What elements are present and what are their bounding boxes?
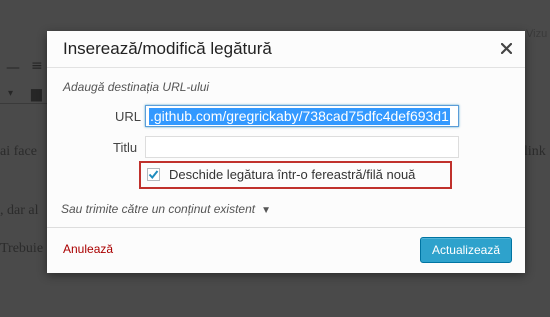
open-new-tab-option: Deschide legătura într-o fereastră/filă …: [139, 161, 452, 189]
open-new-tab-checkbox[interactable]: [147, 168, 160, 181]
close-button[interactable]: [497, 39, 515, 57]
url-hint: Adaugă destinația URL-ului: [63, 80, 210, 94]
insert-link-dialog: Inserează/modifică legătură Adaugă desti…: [47, 31, 525, 273]
existing-content-label: Sau trimite către un conținut existent: [61, 202, 256, 216]
editor-text-line: ai face: [0, 144, 37, 159]
update-button[interactable]: Actualizează: [419, 237, 512, 263]
title-input[interactable]: [145, 136, 459, 158]
url-value: .github.com/gregrickaby/738cad75dfc4def6…: [149, 108, 450, 125]
editor-text-line: link: [524, 144, 546, 159]
title-label: Titlu: [113, 140, 138, 155]
close-icon: [500, 42, 512, 54]
open-new-tab-label[interactable]: Deschide legătura într-o fereastră/filă …: [169, 167, 415, 182]
checkmark-icon: [148, 170, 159, 180]
dropdown-caret-icon: ▾: [8, 88, 14, 99]
paste-icon: ▆: [31, 86, 42, 102]
existing-content-toggle[interactable]: Sau trimite către un conținut existent ▼: [61, 202, 271, 216]
dialog-footer: Anulează Actualizează: [47, 227, 525, 273]
editor-text-line: , dar al: [0, 203, 39, 218]
dash-icon: —: [6, 60, 20, 76]
dialog-title: Inserează/modifică legătură: [63, 39, 272, 58]
dialog-header: Inserează/modifică legătură: [47, 31, 525, 68]
cancel-link[interactable]: Anulează: [63, 242, 113, 256]
url-input[interactable]: .github.com/gregrickaby/738cad75dfc4def6…: [145, 105, 459, 127]
url-label: URL: [115, 109, 142, 124]
expand-arrow-icon: ▼: [261, 205, 272, 216]
visual-tab: Vizu: [526, 28, 548, 40]
editor-text-line: Trebuie: [0, 241, 44, 256]
align-icon: ≡: [31, 58, 43, 74]
